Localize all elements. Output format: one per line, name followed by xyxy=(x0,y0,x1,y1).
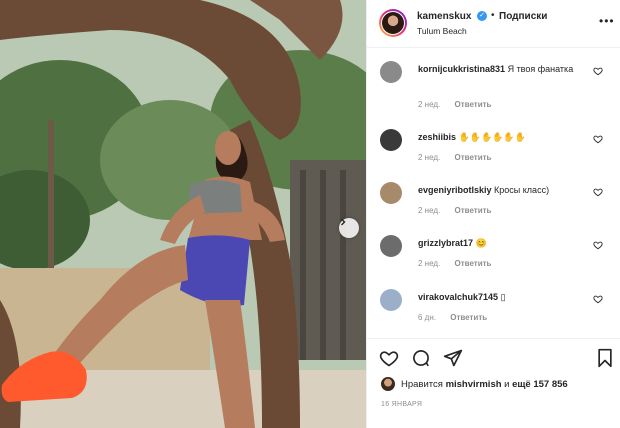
comment-like-heart-icon[interactable] xyxy=(593,294,603,304)
bookmark-icon[interactable] xyxy=(595,348,615,368)
heart-icon[interactable] xyxy=(379,348,399,368)
comment-item: evgeniyribotlskiy Кросы класс) 2 нед. От… xyxy=(367,169,620,221)
reply-button[interactable]: Ответить xyxy=(455,100,492,109)
comment-text: virakovalchuk7145 ▯ xyxy=(418,291,588,304)
comment-text: kornijcukkristina831 Я твоя фанатка xyxy=(418,63,588,76)
post-photo-art xyxy=(0,0,366,428)
comment-body: Кросы класс) xyxy=(494,185,550,195)
comment-body: ▯ xyxy=(500,292,506,302)
comment-item: virakovalchuk7145 ▯ 6 дн. Ответить xyxy=(367,276,620,328)
following-button[interactable]: Подписки xyxy=(499,11,547,22)
commenter-avatar[interactable] xyxy=(380,235,402,257)
likes-count[interactable]: ещё 157 856 xyxy=(512,379,568,390)
header-dot-separator: • xyxy=(491,10,495,21)
comment-like-heart-icon[interactable] xyxy=(593,187,603,197)
post-photo[interactable] xyxy=(0,0,366,428)
reply-button[interactable]: Ответить xyxy=(455,153,492,162)
comment-meta: 2 нед. Ответить xyxy=(418,153,503,162)
comment-username[interactable]: evgeniyribotlskiy xyxy=(418,185,492,195)
commenter-avatar[interactable] xyxy=(380,182,402,204)
comment-like-heart-icon[interactable] xyxy=(593,66,603,76)
comment-time: 2 нед. xyxy=(418,153,441,162)
carousel-next-button[interactable] xyxy=(339,218,359,238)
author-avatar[interactable] xyxy=(379,9,407,37)
comment-username[interactable]: virakovalchuk7145 xyxy=(418,292,498,302)
comment-body: ✋✋✋✋✋✋ xyxy=(458,132,526,142)
comment-username[interactable]: grizzlybrat17 xyxy=(418,238,473,248)
commenter-avatar[interactable] xyxy=(380,129,402,151)
comment-text: zeshiibis ✋✋✋✋✋✋ xyxy=(418,131,588,144)
comment-meta: 2 нед. Ответить xyxy=(418,100,503,109)
reply-button[interactable]: Ответить xyxy=(455,206,492,215)
chevron-right-icon xyxy=(341,218,346,226)
comment-username[interactable]: kornijcukkristina831 xyxy=(418,64,505,74)
comment-text: grizzlybrat17 😊 xyxy=(418,237,588,250)
comment-like-heart-icon[interactable] xyxy=(593,240,603,250)
likes-prefix: Нравится xyxy=(401,379,443,390)
more-options-button[interactable]: ••• xyxy=(599,14,615,28)
comment-item: grizzlybrat17 😊 2 нед. Ответить xyxy=(367,222,620,274)
post-date[interactable]: 16 ЯНВАРЯ xyxy=(381,401,422,408)
share-icon[interactable] xyxy=(443,348,463,368)
comment-meta: 6 дн. Ответить xyxy=(418,313,499,322)
comment-text: evgeniyribotlskiy Кросы класс) xyxy=(418,184,588,197)
commenter-avatar[interactable] xyxy=(380,61,402,83)
reply-button[interactable]: Ответить xyxy=(450,313,487,322)
comment-like-heart-icon[interactable] xyxy=(593,134,603,144)
liker-username[interactable]: mishvirmish xyxy=(446,379,502,390)
post-header: kamenskux ✓ • Подписки Tulum Beach ••• xyxy=(367,0,620,48)
liker-avatar[interactable] xyxy=(381,377,395,391)
comment-time: 6 дн. xyxy=(418,313,436,322)
comment-time: 2 нед. xyxy=(418,206,441,215)
comment-meta: 2 нед. Ответить xyxy=(418,259,503,268)
post-location[interactable]: Tulum Beach xyxy=(417,26,467,36)
comment-meta: 2 нед. Ответить xyxy=(418,206,503,215)
reply-button[interactable]: Ответить xyxy=(455,259,492,268)
likes-connector: и xyxy=(504,379,510,390)
author-username[interactable]: kamenskux xyxy=(417,11,471,22)
comment-icon[interactable] xyxy=(411,348,431,368)
comment-body: Я твоя фанатка xyxy=(507,64,574,74)
comment-item: kornijcukkristina831 Я твоя фанатка 2 не… xyxy=(367,48,620,109)
comments-list: kornijcukkristina831 Я твоя фанатка 2 не… xyxy=(367,48,620,338)
comment-username[interactable]: zeshiibis xyxy=(418,132,456,142)
comment-time: 2 нед. xyxy=(418,259,441,268)
comment-time: 2 нед. xyxy=(418,100,441,109)
comment-body: 😊 xyxy=(475,238,487,248)
verified-badge-icon: ✓ xyxy=(477,11,487,21)
comment-item: zeshiibis ✋✋✋✋✋✋ 2 нед. Ответить xyxy=(367,116,620,168)
commenter-avatar[interactable] xyxy=(380,289,402,311)
post-actions: Нравится mishvirmish и ещё 157 856 16 ЯН… xyxy=(367,338,620,428)
likes-summary: Нравится mishvirmish и ещё 157 856 xyxy=(401,379,568,390)
post-side-panel: kamenskux ✓ • Подписки Tulum Beach ••• k… xyxy=(366,0,620,428)
